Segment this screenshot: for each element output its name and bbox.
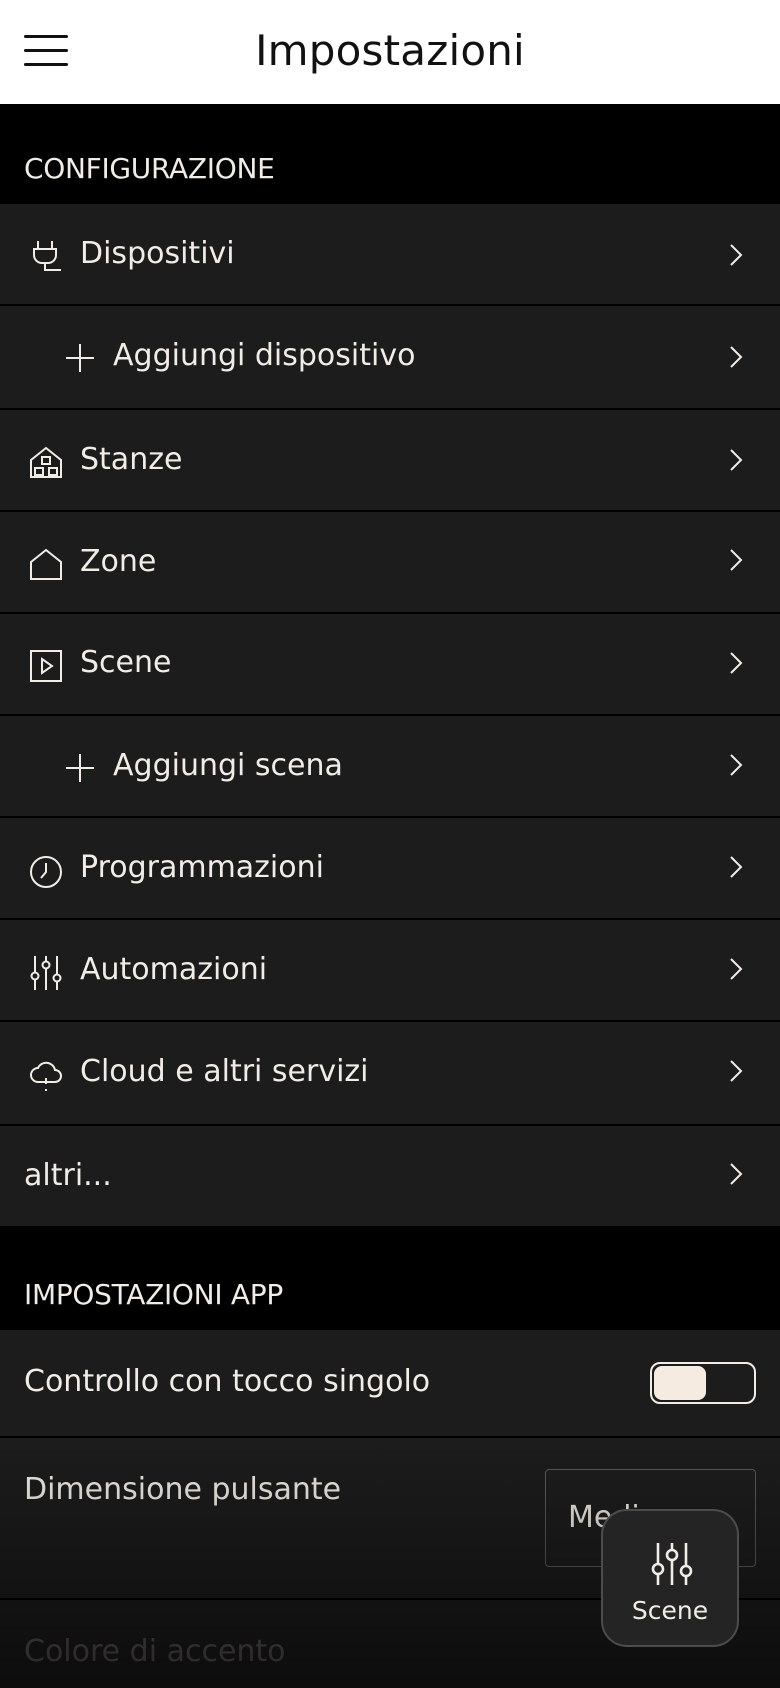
chevron-right-icon: [728, 447, 744, 473]
house-rooms-icon: [28, 444, 64, 480]
settings-item-label: Aggiungi dispositivo: [113, 338, 416, 373]
settings-item-label: Zone: [80, 544, 157, 579]
scene-floating-button[interactable]: Scene: [601, 1509, 739, 1647]
scene-button-label: Scene: [631, 1596, 709, 1625]
play-square-icon: [28, 648, 64, 684]
settings-item-zone[interactable]: Zone: [0, 512, 780, 614]
settings-item-label: Stanze: [80, 442, 183, 477]
settings-item-label: Programmazioni: [80, 850, 324, 885]
settings-item-altri[interactable]: altri...: [0, 1126, 780, 1226]
house-outline-icon: [28, 546, 64, 582]
section-header-impostazioni-app: IMPOSTAZIONI APP: [0, 1226, 780, 1330]
settings-item-automazioni[interactable]: Automazioni: [0, 920, 780, 1022]
settings-item-label: Automazioni: [80, 952, 268, 987]
settings-item-label: Cloud e altri servizi: [80, 1054, 369, 1089]
section-header-configurazione: CONFIGURAZIONE: [0, 104, 780, 204]
app-header: Impostazioni: [0, 0, 780, 104]
settings-item-label: altri...: [24, 1158, 112, 1193]
cloud-icon: [28, 1058, 64, 1094]
settings-item-scene[interactable]: Scene: [0, 614, 780, 716]
chevron-right-icon: [728, 242, 744, 268]
setting-label: Dimensione pulsante: [24, 1472, 342, 1507]
setting-label: Controllo con tocco singolo: [24, 1364, 431, 1399]
chevron-right-icon: [728, 344, 744, 370]
settings-item-aggiungi-scena[interactable]: Aggiungi scena: [0, 716, 780, 818]
single-tap-toggle[interactable]: [650, 1362, 756, 1404]
plus-icon: [62, 750, 98, 786]
sliders-icon: [28, 954, 64, 990]
chevron-right-icon: [728, 956, 744, 982]
toggle-knob: [654, 1366, 706, 1400]
page-title: Impostazioni: [255, 26, 525, 75]
sliders-icon: [649, 1541, 695, 1587]
settings-item-aggiungi-dispositivo[interactable]: Aggiungi dispositivo: [0, 306, 780, 410]
plug-icon: [28, 237, 64, 273]
settings-item-cloud[interactable]: Cloud e altri servizi: [0, 1022, 780, 1126]
setting-single-tap-control: Controllo con tocco singolo: [0, 1330, 780, 1438]
settings-item-stanze[interactable]: Stanze: [0, 410, 780, 512]
chevron-right-icon: [728, 752, 744, 778]
chevron-right-icon: [728, 854, 744, 880]
plus-icon: [62, 340, 98, 376]
settings-item-label: Aggiungi scena: [113, 748, 343, 783]
settings-item-label: Dispositivi: [80, 236, 235, 271]
settings-item-label: Scene: [80, 645, 172, 680]
clock-icon: [28, 854, 64, 890]
settings-item-dispositivi[interactable]: Dispositivi: [0, 204, 780, 306]
chevron-right-icon: [728, 650, 744, 676]
chevron-right-icon: [728, 1161, 744, 1187]
chevron-right-icon: [728, 1058, 744, 1084]
setting-label: Colore di accento: [24, 1634, 286, 1669]
chevron-right-icon: [728, 547, 744, 573]
settings-item-programmazioni[interactable]: Programmazioni: [0, 818, 780, 920]
